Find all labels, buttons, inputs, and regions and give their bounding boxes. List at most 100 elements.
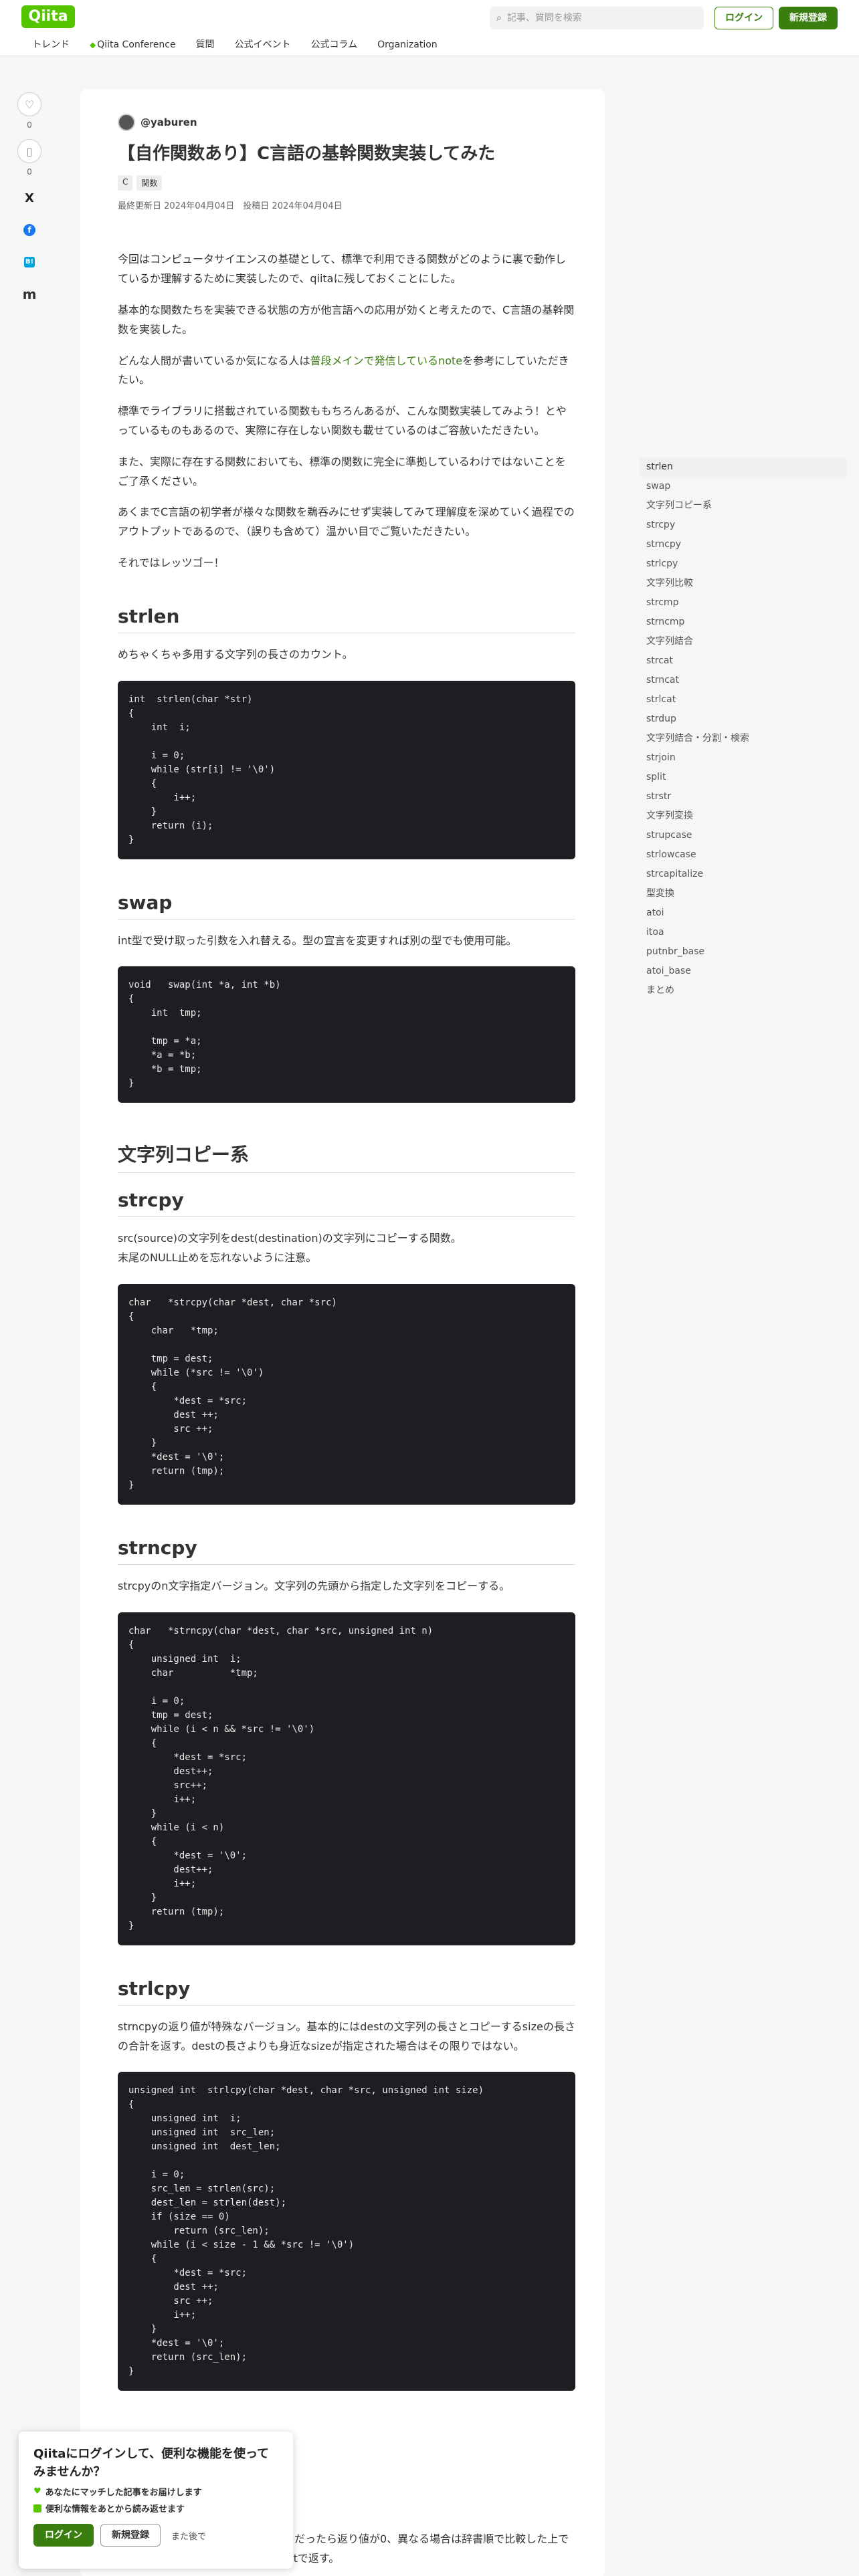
toc-item[interactable]: strupcase — [640, 826, 847, 845]
popup-login-button[interactable]: ログイン — [33, 2524, 94, 2547]
ref-prefix: どんな人間が書いているか気になる人は — [118, 354, 310, 367]
toc-item[interactable]: 文字列変換 — [640, 807, 847, 826]
heading-swap: swap — [118, 891, 575, 920]
toc-item[interactable]: strcat — [640, 651, 847, 671]
toc-item[interactable]: strlowcase — [640, 845, 847, 865]
x-icon: X — [25, 191, 34, 205]
toc-item[interactable]: 文字列比較 — [640, 574, 847, 593]
toc-item[interactable]: 文字列コピー系 — [640, 496, 847, 516]
popup-buttons: ログイン 新規登録 また後で — [33, 2524, 278, 2547]
x-share-button[interactable]: X — [16, 186, 43, 210]
toc-item[interactable]: 型変換 — [640, 884, 847, 903]
mastodon-icon: m — [22, 286, 37, 302]
leaf-icon: ◆ — [90, 40, 96, 49]
nav-trend[interactable]: トレンド — [32, 36, 70, 53]
stock-icon — [33, 2504, 41, 2512]
hatena-icon: B! — [24, 257, 35, 267]
like-button[interactable]: ♡ — [17, 92, 41, 116]
popup-later-link[interactable]: また後で — [171, 2529, 206, 2542]
stock-count: 0 — [27, 167, 32, 177]
nav-conference-label: Qiita Conference — [97, 39, 176, 50]
facebook-share-button[interactable]: f — [16, 218, 43, 242]
avatar — [118, 114, 135, 131]
toc-item[interactable]: strlcpy — [640, 554, 847, 574]
note-link[interactable]: 普段メインで発信しているnote — [310, 354, 463, 367]
code-block-swap: void swap(int *a, int *b) { int tmp; tmp… — [118, 966, 575, 1103]
hatena-share-button[interactable]: B! — [16, 250, 43, 274]
popup-feature-2-label: 便利な情報をあとから読み返せます — [45, 2504, 185, 2514]
signup-button[interactable]: 新規登録 — [779, 7, 838, 29]
global-nav: トレンド ◆ Qiita Conference 質問 公式イベント 公式コラム O… — [32, 36, 438, 53]
article-dates: 最終更新日 2024年04月04日 投稿日 2024年04月04日 — [118, 201, 343, 212]
nav-events[interactable]: 公式イベント — [235, 36, 291, 53]
intro-paragraph-1: 今回はコンピュータサイエンスの基礎として、標準で利用できる関数がどのように裏で動… — [118, 253, 566, 286]
search-input[interactable]: ⌕ 記事、質問を検索 — [490, 7, 704, 29]
nav-organization[interactable]: Organization — [377, 36, 438, 53]
qiita-logo[interactable]: Qiita — [21, 5, 75, 28]
search-icon: ⌕ — [496, 13, 502, 23]
intro-paragraph-6: あくまでC言語の初学者が様々な関数を鵜呑みにせず実装してみて理解度を深めていく過… — [118, 506, 575, 538]
popup-signup-button[interactable]: 新規登録 — [100, 2524, 161, 2547]
intro-paragraph-5: また、実際に存在する関数においても、標準の関数に完全に準拠しているわけではないこ… — [118, 455, 566, 488]
toc-item[interactable]: strcpy — [640, 516, 847, 535]
mastodon-share-button[interactable]: m — [16, 282, 43, 306]
popup-feature-1: ♥ あなたにマッチした記事をお届けします — [33, 2485, 278, 2498]
author-name: @yaburen — [140, 116, 197, 128]
code-block-strlen: int strlen(char *str) { int i; i = 0; wh… — [118, 680, 575, 859]
toc-item[interactable]: swap — [640, 477, 847, 496]
intro-paragraph-7: それではレッツゴー！ — [118, 556, 225, 569]
bookmark-icon: ▯ — [26, 144, 33, 158]
heading-copy-section: 文字列コピー系 — [118, 1140, 575, 1174]
toc-item[interactable]: strjoin — [640, 748, 847, 768]
tag-c[interactable]: C — [118, 175, 133, 191]
tag-list: C 関数 — [118, 175, 575, 191]
toc-item[interactable]: strlen — [640, 457, 847, 477]
popup-feature-2: 便利な情報をあとから読み返せます — [33, 2502, 278, 2514]
code-block-strcpy: char *strcpy(char *dest, char *src) { ch… — [118, 1283, 575, 1505]
article-title: 【自作関数あり】C言語の基幹関数実装してみた — [118, 144, 496, 164]
toc-item[interactable]: atoi — [640, 903, 847, 923]
toc-item[interactable]: strlcat — [640, 690, 847, 710]
toc-item[interactable]: strdup — [640, 710, 847, 729]
login-prompt-popup: Qiitaにログインして、便利な機能を使ってみませんか？ ♥ あなたにマッチした記… — [19, 2432, 293, 2569]
nav-conference[interactable]: ◆ Qiita Conference — [90, 36, 176, 53]
toc-item[interactable]: 文字列結合・分割・検索 — [640, 729, 847, 748]
toc-item[interactable]: strncmp — [640, 613, 847, 632]
toc-item[interactable]: まとめ — [640, 981, 847, 1000]
strlen-description: めちゃくちゃ多用する文字列の長さのカウント。 — [118, 647, 353, 661]
popup-title: Qiitaにログインして、便利な機能を使ってみませんか？ — [33, 2447, 270, 2479]
author[interactable]: @yaburen — [118, 114, 575, 131]
nav-questions[interactable]: 質問 — [196, 36, 215, 53]
toc-item[interactable]: 文字列結合 — [640, 632, 847, 651]
login-button[interactable]: ログイン — [714, 7, 773, 29]
code-block-strlcpy: unsigned int strlcpy(char *dest, char *s… — [118, 2072, 575, 2391]
code-block-strncpy: char *strncpy(char *dest, char *src, uns… — [118, 1612, 575, 1945]
article: @yaburen 【自作関数あり】C言語の基幹関数実装してみた C 関数 最終更… — [80, 90, 605, 2576]
toc-item[interactable]: atoi_base — [640, 962, 847, 981]
search-placeholder: 記事、質問を検索 — [506, 13, 582, 23]
strncpy-description: strcpyのn文字指定バージョン。文字列の先頭から指定した文字列をコピーする。 — [118, 1579, 510, 1592]
tag-function[interactable]: 関数 — [136, 175, 163, 191]
toc-item[interactable]: strstr — [640, 787, 847, 807]
like-count: 0 — [27, 120, 32, 130]
toc-item[interactable]: putnbr_base — [640, 942, 847, 962]
header: Qiita ⌕ 記事、質問を検索 ログイン 新規登録 トレンド ◆ Qiita Co… — [0, 0, 859, 56]
facebook-icon: f — [23, 224, 35, 236]
stock-action: ▯ 0 — [16, 139, 43, 177]
popup-feature-1-label: あなたにマッチした記事をお届けします — [45, 2488, 202, 2498]
toc-item[interactable]: strcmp — [640, 593, 847, 613]
toc-item[interactable]: strncat — [640, 671, 847, 690]
heading-strcpy: strcpy — [118, 1189, 575, 1218]
article-actions: ♡ 0 ▯ 0 X f B! m — [16, 92, 43, 314]
nav-columns[interactable]: 公式コラム — [311, 36, 358, 53]
strlcpy-description: strncpyの返り値が特殊なバージョン。基本的にはdestの文字列の長さとコピ… — [118, 2020, 575, 2052]
toc-item[interactable]: itoa — [640, 923, 847, 942]
stock-button[interactable]: ▯ — [17, 139, 41, 163]
heading-strlen: strlen — [118, 605, 575, 633]
toc-item[interactable]: strcapitalize — [640, 865, 847, 884]
strcpy-description: src(source)の文字列をdest(destination)の文字列にコピ… — [118, 1232, 462, 1265]
intro-paragraph-4: 標準でライブラリに搭載されている関数ももちろんあるが、こんな関数実装してみよう！… — [118, 405, 567, 437]
article-body: @yaburen 【自作関数あり】C言語の基幹関数実装してみた C 関数 最終更… — [118, 114, 575, 2569]
toc-item[interactable]: strncpy — [640, 535, 847, 554]
toc-item[interactable]: split — [640, 768, 847, 787]
